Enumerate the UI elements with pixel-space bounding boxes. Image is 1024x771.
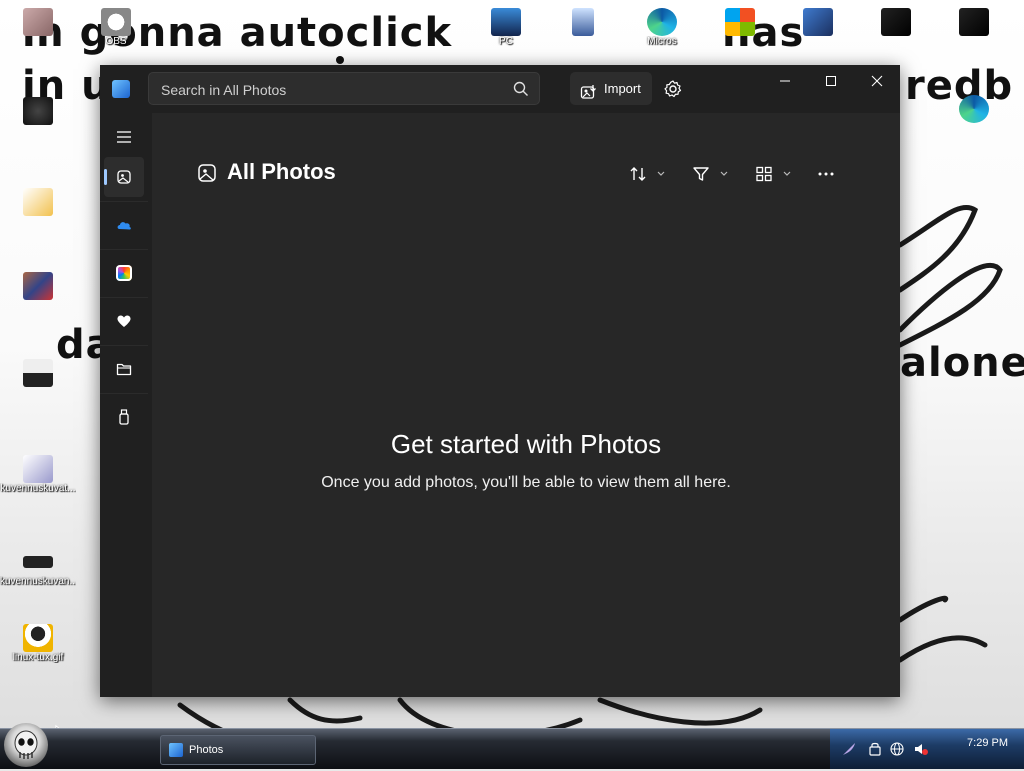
desktop-icon[interactable]: OBS <box>78 8 154 47</box>
page-title: All Photos <box>227 159 336 184</box>
maximize-icon <box>826 76 836 86</box>
nav-divider <box>100 249 148 250</box>
obs-icon <box>101 8 131 36</box>
desktop-icon[interactable]: kuvennuskuvan... <box>0 548 76 587</box>
image-file-icon <box>23 455 53 483</box>
icloud-photos-icon <box>116 265 132 281</box>
sort-icon <box>630 167 646 181</box>
desktop-icon[interactable]: linux-tux.gif <box>0 624 76 663</box>
close-icon <box>871 75 883 87</box>
title-bar[interactable]: Import <box>100 65 900 113</box>
import-icon <box>580 80 597 113</box>
more-options-button[interactable] <box>817 163 835 185</box>
nav-external-drive[interactable] <box>104 397 144 437</box>
desktop-icon[interactable] <box>0 97 76 125</box>
main-content: All Photos Get started with Photos Once … <box>152 113 900 697</box>
nav-favorites[interactable] <box>104 301 144 341</box>
edge-icon <box>647 8 677 36</box>
app-icon <box>881 8 911 36</box>
taskbar-photos-label: Photos <box>189 744 224 756</box>
desktop-icon[interactable] <box>0 359 76 387</box>
search-input[interactable] <box>159 79 503 101</box>
desktop-icon[interactable]: Micros <box>624 8 700 47</box>
desktop-icon[interactable] <box>858 8 934 36</box>
clock[interactable]: 7:29 PM <box>967 737 1008 749</box>
network-globe-icon[interactable] <box>890 741 904 756</box>
photos-app-icon <box>169 743 183 757</box>
view-button[interactable] <box>755 163 791 185</box>
volume-muted-icon[interactable] <box>914 741 928 755</box>
chevron-down-icon <box>720 171 728 176</box>
photos-icon <box>117 170 131 184</box>
search-box[interactable] <box>148 72 540 105</box>
folder-icon <box>116 363 132 376</box>
fox-file-icon <box>23 188 53 216</box>
nav-all-photos[interactable] <box>104 157 144 197</box>
desktop-icon[interactable]: kuvennuskuvat... <box>0 455 76 494</box>
photo-file-icon <box>23 97 53 125</box>
nav-menu-button[interactable] <box>104 117 144 157</box>
empty-state-subtitle: Once you add photos, you'll be able to v… <box>321 474 731 491</box>
minimize-button[interactable] <box>762 65 808 97</box>
settings-gear-icon[interactable] <box>663 79 683 103</box>
chevron-down-icon <box>783 171 791 176</box>
chevron-down-icon <box>657 171 665 176</box>
heart-icon <box>117 315 131 327</box>
edge-icon <box>959 95 989 123</box>
image-file-icon <box>23 556 53 568</box>
wallpaper-text-3b: alone <box>900 340 1024 386</box>
import-label: Import <box>604 81 641 96</box>
photos-app-logo-icon <box>112 80 130 98</box>
nav-divider <box>100 297 148 298</box>
taskbar: Photos 7:29 PM <box>0 723 1024 769</box>
desktop-icon[interactable] <box>702 8 778 36</box>
more-icon <box>818 172 834 176</box>
nav-icloud[interactable] <box>104 253 144 293</box>
maximize-button[interactable] <box>808 65 854 97</box>
close-button[interactable] <box>854 65 900 97</box>
text-file-icon <box>23 359 53 387</box>
desktop-icon[interactable] <box>0 272 76 300</box>
photo-file-icon <box>23 8 53 36</box>
sort-button[interactable] <box>629 163 665 185</box>
desktop-icon[interactable]: PC <box>468 8 544 47</box>
desktop-icon[interactable] <box>0 8 76 36</box>
photo-file-icon <box>23 272 53 300</box>
tux-icon <box>23 624 53 652</box>
desktop-icon[interactable] <box>545 8 621 36</box>
security-icon[interactable] <box>868 741 882 756</box>
navigation-sidebar <box>100 113 148 697</box>
desktop-icon[interactable] <box>936 8 1012 36</box>
recycle-bin-icon <box>572 8 594 36</box>
nav-folders[interactable] <box>104 349 144 389</box>
taskbar-photos-button[interactable]: Photos <box>160 735 316 765</box>
desktop-icon[interactable] <box>0 188 76 216</box>
onedrive-icon <box>117 222 131 230</box>
usb-drive-icon <box>119 409 129 425</box>
feather-icon[interactable] <box>842 741 856 755</box>
filter-icon <box>693 167 709 181</box>
filter-button[interactable] <box>692 163 728 185</box>
start-button[interactable] <box>4 723 48 767</box>
all-photos-icon <box>197 163 217 187</box>
app-icon <box>959 8 989 36</box>
nav-onedrive[interactable] <box>104 205 144 245</box>
desktop-icon[interactable] <box>936 95 1012 123</box>
app-icon <box>725 8 755 36</box>
minimize-icon <box>780 80 790 82</box>
app-icon <box>803 8 833 36</box>
nav-divider <box>100 345 148 346</box>
import-button[interactable]: Import <box>570 72 652 105</box>
nav-divider <box>100 201 148 202</box>
nav-divider <box>100 393 148 394</box>
search-icon[interactable] <box>513 81 529 101</box>
computer-icon <box>491 8 521 36</box>
photos-window: Import <box>100 65 900 697</box>
skull-logo-icon <box>14 730 38 759</box>
empty-state-title: Get started with Photos <box>390 429 662 459</box>
desktop-icon[interactable] <box>780 8 856 36</box>
system-tray: 7:29 PM <box>830 729 1024 769</box>
hamburger-icon <box>117 131 131 143</box>
grid-view-icon <box>756 166 772 182</box>
